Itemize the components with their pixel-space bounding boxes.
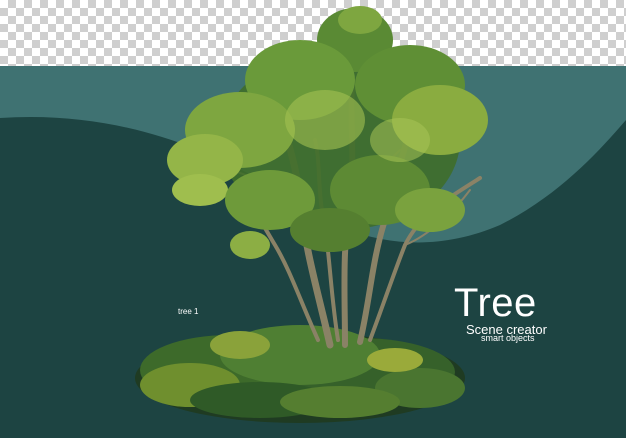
title-text: Tree — [454, 281, 537, 325]
image-canvas: Tree Scene creator smart objects tree 1 — [0, 0, 626, 438]
tagline-text: smart objects — [481, 333, 535, 343]
tree-label: tree 1 — [178, 307, 199, 316]
scene-illustration — [0, 6, 626, 438]
